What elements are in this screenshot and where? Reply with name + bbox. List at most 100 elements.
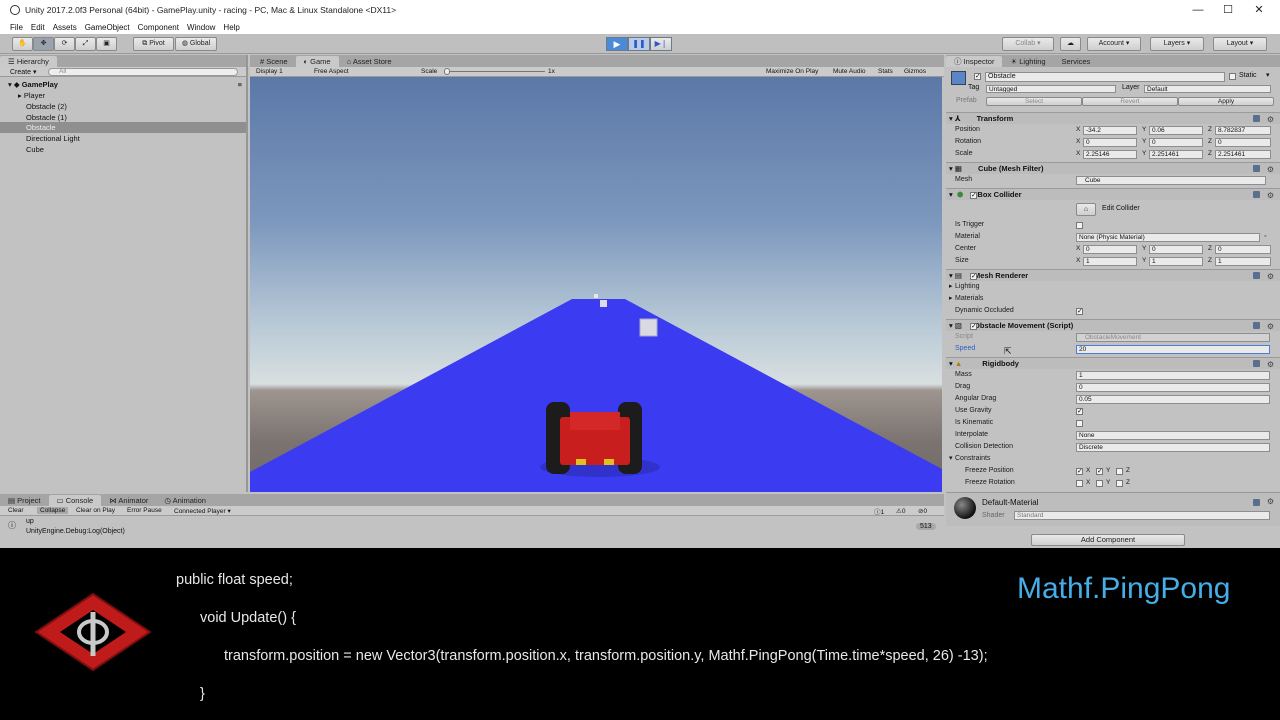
tab-hierarchy[interactable]: ☰ Hierarchy (0, 56, 57, 67)
speed-label[interactable]: Speed (955, 343, 975, 355)
tab-lighting[interactable]: ☀ Lighting (1002, 56, 1053, 67)
menu-help[interactable]: Help (223, 23, 239, 32)
tab-game[interactable]: ◐ Game (295, 56, 339, 67)
scale-y-field[interactable]: 2.251461 (1149, 149, 1203, 159)
rotation-y-field[interactable]: 0 (1149, 137, 1203, 147)
prefab-select-button[interactable]: Select (986, 97, 1082, 106)
freeze-position-y-checkbox[interactable]: ✓ (1096, 467, 1103, 475)
tag-dropdown[interactable]: Untagged (986, 85, 1116, 93)
step-button-icon[interactable]: ▶❘ (650, 37, 672, 51)
rigidbody-header[interactable]: ▾ ▲ Rigidbody ⚙ (946, 357, 1280, 369)
pivot-toggle[interactable]: ⧉ Pivot (133, 37, 174, 51)
game-viewport[interactable] (250, 77, 942, 492)
menu-component[interactable]: Component (138, 23, 179, 32)
warning-count-icon[interactable]: ⚠0 (896, 507, 905, 515)
script-enabled-checkbox[interactable]: ✓ (970, 322, 977, 330)
tab-scene[interactable]: # Scene (252, 56, 296, 67)
clear-button[interactable]: Clear (8, 507, 24, 514)
scene-root[interactable]: ▾ ◆ GamePlay ≡ (0, 79, 246, 90)
menu-file[interactable]: File (10, 23, 23, 32)
connected-player-dropdown[interactable]: Connected Player ▾ (174, 507, 231, 515)
active-checkbox[interactable]: ✓ (974, 73, 981, 80)
tab-services[interactable]: Services (1054, 56, 1099, 67)
rect-tool-icon[interactable]: ▣ (96, 37, 117, 51)
hierarchy-item[interactable]: Obstacle (2) (0, 101, 246, 112)
transform-header[interactable]: ▾ ⅄ Transform ⚙ (946, 112, 1280, 124)
angular-drag-field[interactable]: 0.05 (1076, 394, 1270, 404)
maximize-button[interactable]: ☐ (1213, 0, 1243, 20)
scale-z-field[interactable]: 2.251461 (1215, 149, 1271, 159)
use-gravity-checkbox[interactable]: ✓ (1076, 407, 1083, 415)
clear-on-play-toggle[interactable]: Clear on Play (76, 507, 115, 514)
freeze-position-x-checkbox[interactable]: ✓ (1076, 467, 1083, 475)
menu-assets[interactable]: Assets (53, 23, 77, 32)
log-entry[interactable]: ⓘ up UnityEngine.Debug:Log(Object) 513 (0, 517, 944, 539)
freeze-rotation-x-checkbox[interactable] (1076, 479, 1083, 487)
aspect-dropdown[interactable]: Free Aspect (314, 68, 349, 75)
rotate-tool-icon[interactable]: ⟳ (54, 37, 75, 51)
hierarchy-item-selected[interactable]: Obstacle (0, 122, 246, 133)
is-kinematic-checkbox[interactable] (1076, 419, 1083, 427)
lighting-foldout[interactable]: ▸ Lighting (946, 281, 1280, 293)
mesh-renderer-header[interactable]: ▾ ▤ ✓ Mesh Renderer ⚙ (946, 269, 1280, 281)
move-tool-icon[interactable]: ✥ (33, 37, 54, 51)
play-button-icon[interactable]: ▶ (606, 37, 628, 51)
global-toggle[interactable]: ◍ Global (175, 37, 217, 51)
object-name-field[interactable]: Obstacle (985, 72, 1225, 82)
menu-edit[interactable]: Edit (31, 23, 45, 32)
search-input[interactable]: All (48, 68, 238, 76)
help-icon[interactable] (1253, 322, 1260, 329)
pause-button-icon[interactable]: ❚❚ (628, 37, 650, 51)
scale-slider[interactable] (445, 71, 545, 72)
tab-asset-store[interactable]: ⌂ Asset Store (339, 56, 400, 67)
interpolate-dropdown[interactable]: None (1076, 430, 1270, 440)
collision-detection-dropdown[interactable]: Discrete (1076, 442, 1270, 452)
help-icon[interactable] (1253, 115, 1260, 122)
mass-field[interactable]: 1 (1076, 370, 1270, 380)
prefab-apply-button[interactable]: Apply (1178, 97, 1274, 106)
tab-project[interactable]: ▤ Project (0, 495, 49, 506)
size-x-field[interactable]: 1 (1083, 256, 1137, 266)
materials-foldout[interactable]: ▸ Materials (946, 293, 1280, 305)
layer-dropdown[interactable]: Default (1144, 85, 1271, 93)
gizmos-dropdown[interactable]: Gizmos (904, 68, 926, 75)
hand-tool-icon[interactable]: ✋ (12, 37, 33, 51)
help-icon[interactable] (1253, 191, 1260, 198)
scale-tool-icon[interactable]: ⤢ (75, 37, 96, 51)
box-collider-header[interactable]: ▾ ⬢ ✓ Box Collider ⚙ (946, 188, 1280, 200)
layout-dropdown[interactable]: Layout ▾ (1213, 37, 1267, 51)
menu-gameobject[interactable]: GameObject (85, 23, 130, 32)
size-z-field[interactable]: 1 (1215, 256, 1271, 266)
size-y-field[interactable]: 1 (1149, 256, 1203, 266)
prefab-revert-button[interactable]: Revert (1082, 97, 1178, 106)
help-icon[interactable] (1253, 165, 1260, 172)
static-checkbox[interactable] (1229, 73, 1236, 80)
static-dropdown-icon[interactable]: ▾ (1266, 71, 1270, 79)
position-y-field[interactable]: 0.06 (1149, 125, 1203, 135)
hierarchy-item[interactable]: Directional Light (0, 133, 246, 144)
mesh-renderer-enabled-checkbox[interactable]: ✓ (970, 272, 977, 280)
error-pause-toggle[interactable]: Error Pause (127, 507, 162, 514)
info-count-icon[interactable]: ⓘ1 (874, 506, 884, 516)
display-dropdown[interactable]: Display 1 (256, 68, 283, 75)
mute-audio-toggle[interactable]: Mute Audio (833, 68, 866, 75)
error-count-icon[interactable]: ⊘0 (918, 507, 927, 515)
position-z-field[interactable]: 8.782837 (1215, 125, 1271, 135)
scale-slider-handle[interactable] (444, 68, 450, 75)
tab-animator[interactable]: ⋈ Animator (101, 495, 156, 506)
speed-field[interactable]: 20 (1076, 344, 1270, 354)
help-icon[interactable] (1253, 272, 1260, 279)
menu-window[interactable]: Window (187, 23, 215, 32)
position-x-field[interactable]: -34.2 (1083, 125, 1137, 135)
layers-dropdown[interactable]: Layers ▾ (1150, 37, 1204, 51)
box-collider-enabled-checkbox[interactable]: ✓ (970, 191, 977, 199)
hierarchy-item[interactable]: ▸ Player (0, 90, 246, 101)
help-icon[interactable] (1253, 499, 1260, 506)
freeze-rotation-z-checkbox[interactable] (1116, 479, 1123, 487)
rotation-z-field[interactable]: 0 (1215, 137, 1271, 147)
gear-icon[interactable]: ⚙ (1267, 497, 1274, 506)
mesh-filter-header[interactable]: ▾ ▦ Cube (Mesh Filter) ⚙ (946, 162, 1280, 174)
cloud-icon[interactable]: ☁ (1060, 37, 1081, 51)
center-y-field[interactable]: 0 (1149, 244, 1203, 254)
mesh-field[interactable]: Cube (1076, 175, 1266, 185)
